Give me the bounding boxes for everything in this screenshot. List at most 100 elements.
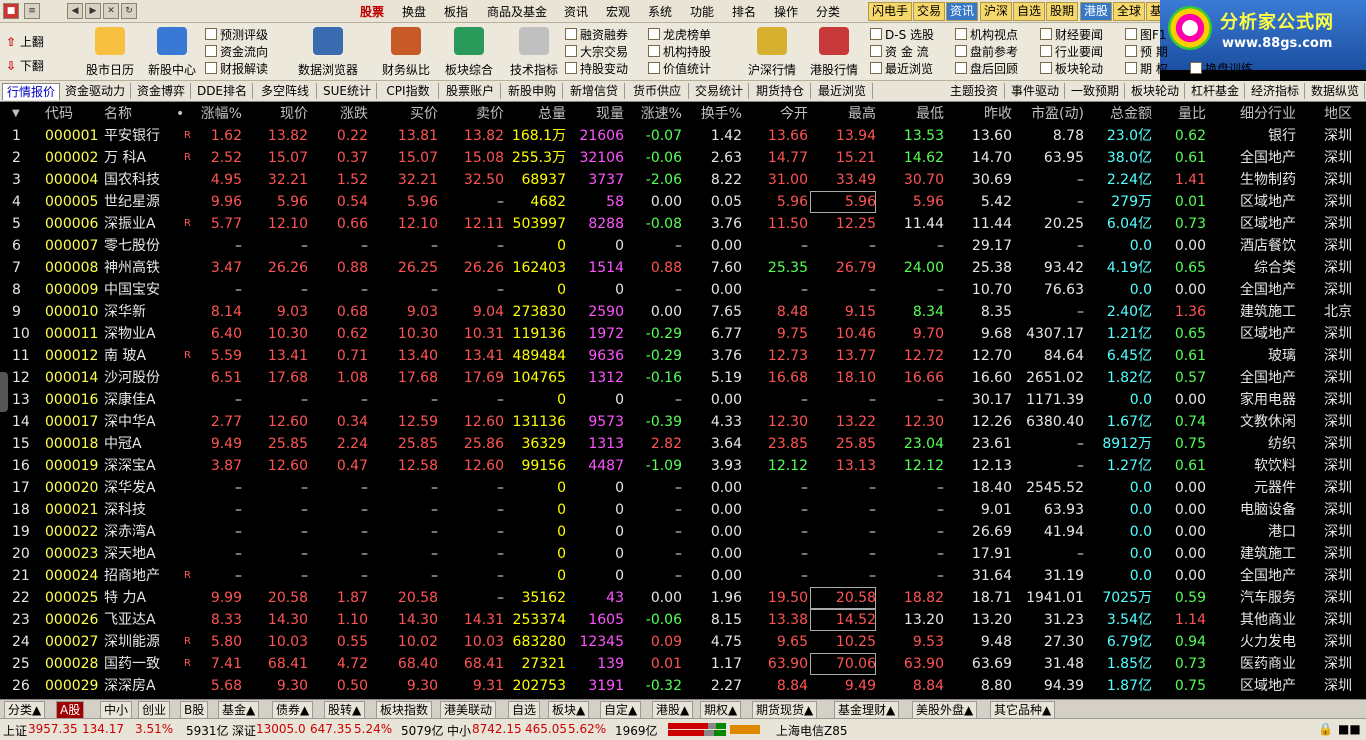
toolbar-big-button[interactable]: 股市日历	[78, 23, 142, 79]
column-header[interactable]: 现价	[248, 105, 308, 123]
back-icon[interactable]: ◀	[67, 3, 83, 19]
market-tab[interactable]: 基金理财▲	[834, 701, 900, 719]
table-row[interactable]: 16 000019 深深宝A 3.87 12.60 0.47 12.58 12.60 99156…	[0, 455, 1366, 477]
menu-item[interactable]: 股票	[360, 3, 384, 20]
market-tab[interactable]: A股	[56, 701, 85, 719]
sub-tab[interactable]: 最近浏览	[812, 83, 873, 99]
sub-tab[interactable]: 经济指标	[1246, 83, 1305, 99]
page-up-button[interactable]: ⇧ 上翻	[6, 33, 44, 50]
column-header[interactable]: 昨收	[946, 105, 1012, 123]
toolbar-link[interactable]: 机构持股	[648, 43, 711, 60]
sub-tab[interactable]: SUE统计	[318, 83, 377, 99]
market-tab[interactable]: 板块▲	[548, 701, 590, 719]
toolbar-link[interactable]: 图F1	[1125, 26, 1167, 43]
quick-tab[interactable]: 全球	[1113, 2, 1146, 21]
toolbar-link[interactable]: 财报解读	[205, 60, 268, 77]
sub-tab[interactable]: 事件驱动	[1006, 83, 1065, 99]
column-header[interactable]: 卖价	[440, 105, 504, 123]
table-row[interactable]: 25 000028 国药一致 R 7.41 68.41 4.72 68.40 68.41 2732…	[0, 653, 1366, 675]
market-tab[interactable]: 自选	[508, 701, 541, 719]
table-row[interactable]: 1 000001 平安银行 R 1.62 13.82 0.22 13.81 13.82 168.1…	[0, 125, 1366, 147]
toolbar-big-button[interactable]: 板块综合	[437, 23, 501, 79]
sub-tab[interactable]: CPI指数	[378, 83, 439, 99]
sub-tab[interactable]: 货币供应	[626, 83, 689, 99]
toolbar-big-button[interactable]: 数据浏览器	[296, 23, 360, 79]
market-tab[interactable]: 股转▲	[324, 701, 366, 719]
column-header[interactable]: 买价	[370, 105, 438, 123]
quick-tab[interactable]: 港股	[1080, 2, 1113, 21]
toolbar-link[interactable]: 财经要闻	[1040, 26, 1103, 43]
toolbar-big-button[interactable]: 新股中心	[140, 23, 204, 79]
column-header[interactable]: 现量	[568, 105, 624, 123]
page-down-button[interactable]: ⇩ 下翻	[6, 57, 44, 74]
column-header[interactable]: 量比	[1154, 105, 1206, 123]
forward-icon[interactable]: ▶	[85, 3, 101, 19]
table-row[interactable]: 24 000027 深圳能源 R 5.80 10.03 0.55 10.02 10.03 6832…	[0, 631, 1366, 653]
toolbar-link[interactable]: D-S 选股	[870, 26, 934, 43]
table-row[interactable]: 17 000020 深华发A – – – – –0 0–0.00– – –18.40 2545.52 0…	[0, 477, 1366, 499]
column-header[interactable]: 地区	[1298, 105, 1352, 123]
toolbar-link[interactable]: 资 金 流	[870, 43, 929, 60]
toolbar-link[interactable]: 龙虎榜单	[648, 26, 711, 43]
toolbar-big-button[interactable]: 港股行情	[802, 23, 866, 79]
sub-tab[interactable]: 一致预期	[1066, 83, 1125, 99]
toolbar-big-button[interactable]: 技术指标	[502, 23, 566, 79]
market-tab[interactable]: 期货现货▲	[752, 701, 818, 719]
toolbar-link[interactable]: 预 期	[1125, 43, 1168, 60]
toolbar-link[interactable]: 行业要闻	[1040, 43, 1103, 60]
toolbar-link[interactable]: 价值统计	[648, 60, 711, 77]
sub-tab[interactable]: 新增信贷	[564, 83, 625, 99]
sub-tab[interactable]: 板块轮动	[1126, 83, 1185, 99]
market-tab[interactable]: 分类▲	[4, 701, 46, 719]
sub-tab[interactable]: 期货持仓	[750, 83, 811, 99]
quick-tab[interactable]: 股期	[1046, 2, 1079, 21]
table-row[interactable]: 3 000004 国农科技 4.95 32.21 1.52 32.21 32.50 68937 3…	[0, 169, 1366, 191]
column-header[interactable]: 名称	[104, 105, 174, 123]
sub-tab[interactable]: 杠杆基金	[1186, 83, 1245, 99]
stop-icon[interactable]: ✕	[103, 3, 119, 19]
market-tab[interactable]: 期权▲	[700, 701, 742, 719]
menu-item[interactable]: 操作	[774, 3, 798, 20]
toolbar-link[interactable]: 资金流向	[205, 43, 268, 60]
market-tab[interactable]: 美股外盘▲	[912, 701, 978, 719]
menu-item[interactable]: 宏观	[606, 3, 630, 20]
market-tab[interactable]: 自定▲	[600, 701, 642, 719]
market-tab[interactable]: 基金▲	[218, 701, 260, 719]
quick-tab[interactable]: 资讯	[946, 2, 979, 21]
column-header[interactable]: 总金额	[1086, 105, 1152, 123]
table-row[interactable]: 11 000012 南 玻A R 5.59 13.41 0.71 13.40 13.41 4894…	[0, 345, 1366, 367]
menu-item[interactable]: 换盘	[402, 3, 426, 20]
table-row[interactable]: 2 000002 万 科A R 2.52 15.07 0.37 15.07 15.08 255.3…	[0, 147, 1366, 169]
column-header[interactable]: 涨速%	[626, 105, 682, 123]
column-header[interactable]: 细分行业	[1208, 105, 1296, 123]
table-row[interactable]: 10 000011 深物业A 6.40 10.30 0.62 10.30 10.31 11913…	[0, 323, 1366, 345]
table-row[interactable]: 14 000017 深中华A 2.77 12.60 0.34 12.59 12.60 13113…	[0, 411, 1366, 433]
menu-item[interactable]: 功能	[690, 3, 714, 20]
table-row[interactable]: 8 000009 中国宝安 – – – – –0 0–0.00– – –10.70 76.63 0.0 0…	[0, 279, 1366, 301]
menu-item[interactable]: 排名	[732, 3, 756, 20]
quick-tab[interactable]: 闪电手	[868, 2, 913, 21]
menu-item[interactable]: 分类	[816, 3, 840, 20]
menu-item[interactable]: 商品及基金	[487, 3, 547, 20]
table-row[interactable]: 15 000018 中冠A 9.49 25.85 2.24 25.85 25.86 36329 1…	[0, 433, 1366, 455]
toolbar-link[interactable]: 最近浏览	[870, 60, 933, 77]
table-row[interactable]: 6 000007 零七股份 – – – – –0 0–0.00– – –29.17–0.0 0.00 酒…	[0, 235, 1366, 257]
table-row[interactable]: 18 000021 深科技 – – – – –0 0–0.00– – –9.01 63.93 0.0 0.…	[0, 499, 1366, 521]
column-header[interactable]: •	[176, 105, 186, 123]
sub-tab[interactable]: 主题投资	[944, 83, 1005, 99]
sub-tab[interactable]: 资金博弈	[132, 83, 191, 99]
table-row[interactable]: 5 000006 深振业A R 5.77 12.10 0.66 12.10 12.11 50399…	[0, 213, 1366, 235]
column-header[interactable]: 换手%	[684, 105, 742, 123]
market-tab[interactable]: 中小	[100, 701, 133, 719]
column-header[interactable]: 今开	[744, 105, 808, 123]
market-tab[interactable]: 创业	[138, 701, 171, 719]
market-tab[interactable]: 其它品种▲	[990, 701, 1056, 719]
table-row[interactable]: 12 000014 沙河股份 6.51 17.68 1.08 17.68 17.69 10476…	[0, 367, 1366, 389]
sort-toggle-icon[interactable]: ▼	[12, 105, 20, 123]
quick-tab[interactable]: 沪深	[980, 2, 1013, 21]
table-row[interactable]: 19 000022 深赤湾A – – – – –0 0–0.00– – –26.69 41.94 0.0…	[0, 521, 1366, 543]
toolbar-link[interactable]: 换盘训练	[1190, 60, 1253, 77]
market-tab[interactable]: 港美联动	[440, 701, 497, 719]
menu-item[interactable]: 资讯	[564, 3, 588, 20]
table-row[interactable]: 26 000029 深深房A 5.68 9.30 0.50 9.30 9.31 202753 31…	[0, 675, 1366, 697]
